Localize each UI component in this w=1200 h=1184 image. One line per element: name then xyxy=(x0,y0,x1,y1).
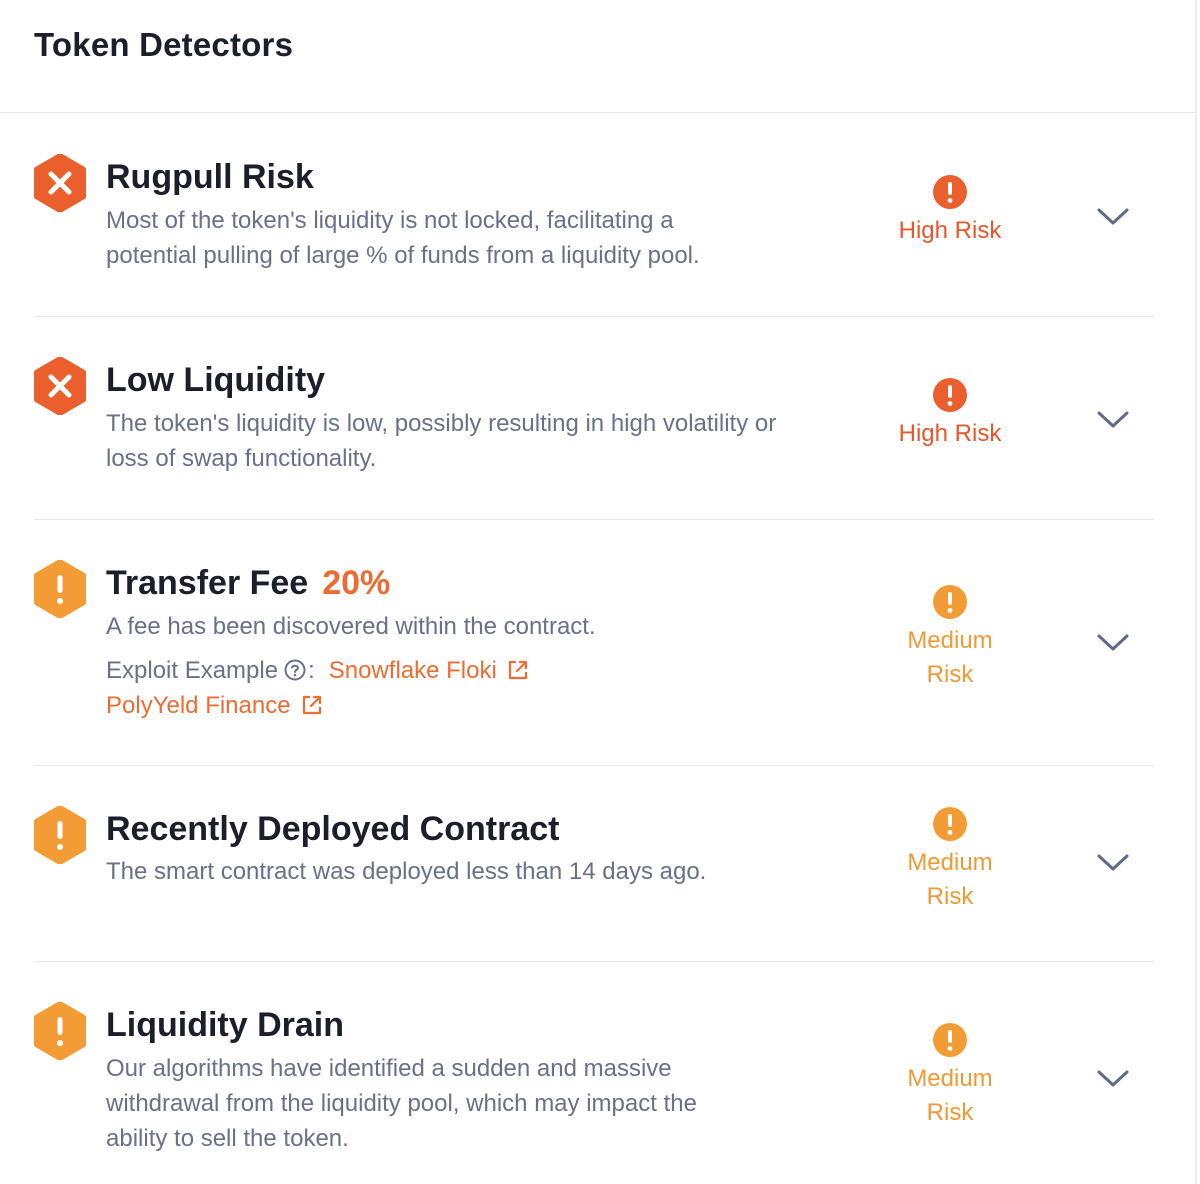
exploit-link-label: PolyYeld Finance xyxy=(106,692,291,719)
risk-badge: Medium Risk xyxy=(865,806,1035,914)
detector-description: Most of the token's liquidity is not loc… xyxy=(106,207,700,269)
exclamation-circle-icon xyxy=(933,585,967,619)
risk-badge: Medium Risk xyxy=(865,584,1035,692)
risk-badge: High Risk xyxy=(865,174,1035,248)
exclamation-hexagon-icon xyxy=(34,806,86,864)
detector-card-rugpull-risk[interactable]: Rugpull Risk Most of the token's liquidi… xyxy=(34,114,1154,317)
external-link-icon xyxy=(302,695,321,715)
detector-description: Our algorithms have identified a sudden … xyxy=(106,1055,697,1152)
x-hexagon-icon xyxy=(34,357,86,415)
external-link-icon xyxy=(508,660,527,680)
exploit-label: Exploit Example xyxy=(106,657,279,684)
risk-badge: High Risk xyxy=(865,377,1035,451)
exploit-examples: Exploit Example : Snowflake Floki PolyYel… xyxy=(106,653,806,723)
risk-label: Medium Risk xyxy=(907,849,993,910)
detector-title-row: Transfer Fee 20% xyxy=(106,564,390,603)
exclamation-circle-icon xyxy=(933,378,967,412)
detector-card-transfer-fee[interactable]: Transfer Fee 20% A fee has been discovere… xyxy=(34,520,1154,766)
question-circle-icon[interactable] xyxy=(284,659,306,681)
exploit-link-label: Snowflake Floki xyxy=(328,657,497,684)
fee-percentage: 20% xyxy=(322,564,391,602)
exploit-link-polyyeld-finance[interactable]: PolyYeld Finance xyxy=(106,688,323,723)
exclamation-hexagon-icon xyxy=(34,560,86,618)
panel-divider xyxy=(1195,0,1197,1184)
exclamation-circle-icon xyxy=(933,175,967,209)
detector-title: Rugpull Risk xyxy=(106,158,314,196)
exclamation-hexagon-icon xyxy=(34,1002,86,1060)
chevron-down-icon[interactable] xyxy=(1096,206,1130,228)
detector-card-liquidity-drain[interactable]: Liquidity Drain Our algorithms have iden… xyxy=(34,962,1154,1184)
panel-header: Token Detectors xyxy=(0,0,1195,113)
chevron-down-icon[interactable] xyxy=(1096,409,1130,431)
chevron-down-icon[interactable] xyxy=(1096,852,1130,874)
detector-description: The smart contract was deployed less tha… xyxy=(106,858,707,885)
detector-title: Low Liquidity xyxy=(106,361,326,399)
exploit-colon: : xyxy=(308,657,315,684)
detector-card-recently-deployed-contract[interactable]: Recently Deployed Contract The smart con… xyxy=(34,766,1154,962)
risk-label: High Risk xyxy=(898,420,1002,447)
risk-badge: Medium Risk xyxy=(865,1022,1035,1130)
x-hexagon-icon xyxy=(34,154,86,212)
detector-description: A fee has been discovered within the con… xyxy=(106,613,596,640)
chevron-down-icon[interactable] xyxy=(1096,632,1130,654)
exclamation-circle-icon xyxy=(933,1023,967,1057)
risk-label: Medium Risk xyxy=(907,1065,993,1126)
risk-label: High Risk xyxy=(898,217,1002,244)
page-title: Token Detectors xyxy=(34,26,294,63)
chevron-down-icon[interactable] xyxy=(1096,1068,1130,1090)
detector-description: The token's liquidity is low, possibly r… xyxy=(106,410,777,472)
detector-title: Recently Deployed Contract xyxy=(106,810,560,848)
exploit-link-snowflake-floki[interactable]: Snowflake Floki xyxy=(329,653,529,688)
detector-title: Liquidity Drain xyxy=(106,1006,344,1044)
risk-label: Medium Risk xyxy=(907,627,993,688)
detector-title: Transfer Fee xyxy=(106,564,309,602)
token-detectors-panel: Token Detectors Rugpull Risk Most of the… xyxy=(0,0,1200,1184)
detector-card-low-liquidity[interactable]: Low Liquidity The token's liquidity is l… xyxy=(34,317,1154,520)
exclamation-circle-icon xyxy=(933,807,967,841)
